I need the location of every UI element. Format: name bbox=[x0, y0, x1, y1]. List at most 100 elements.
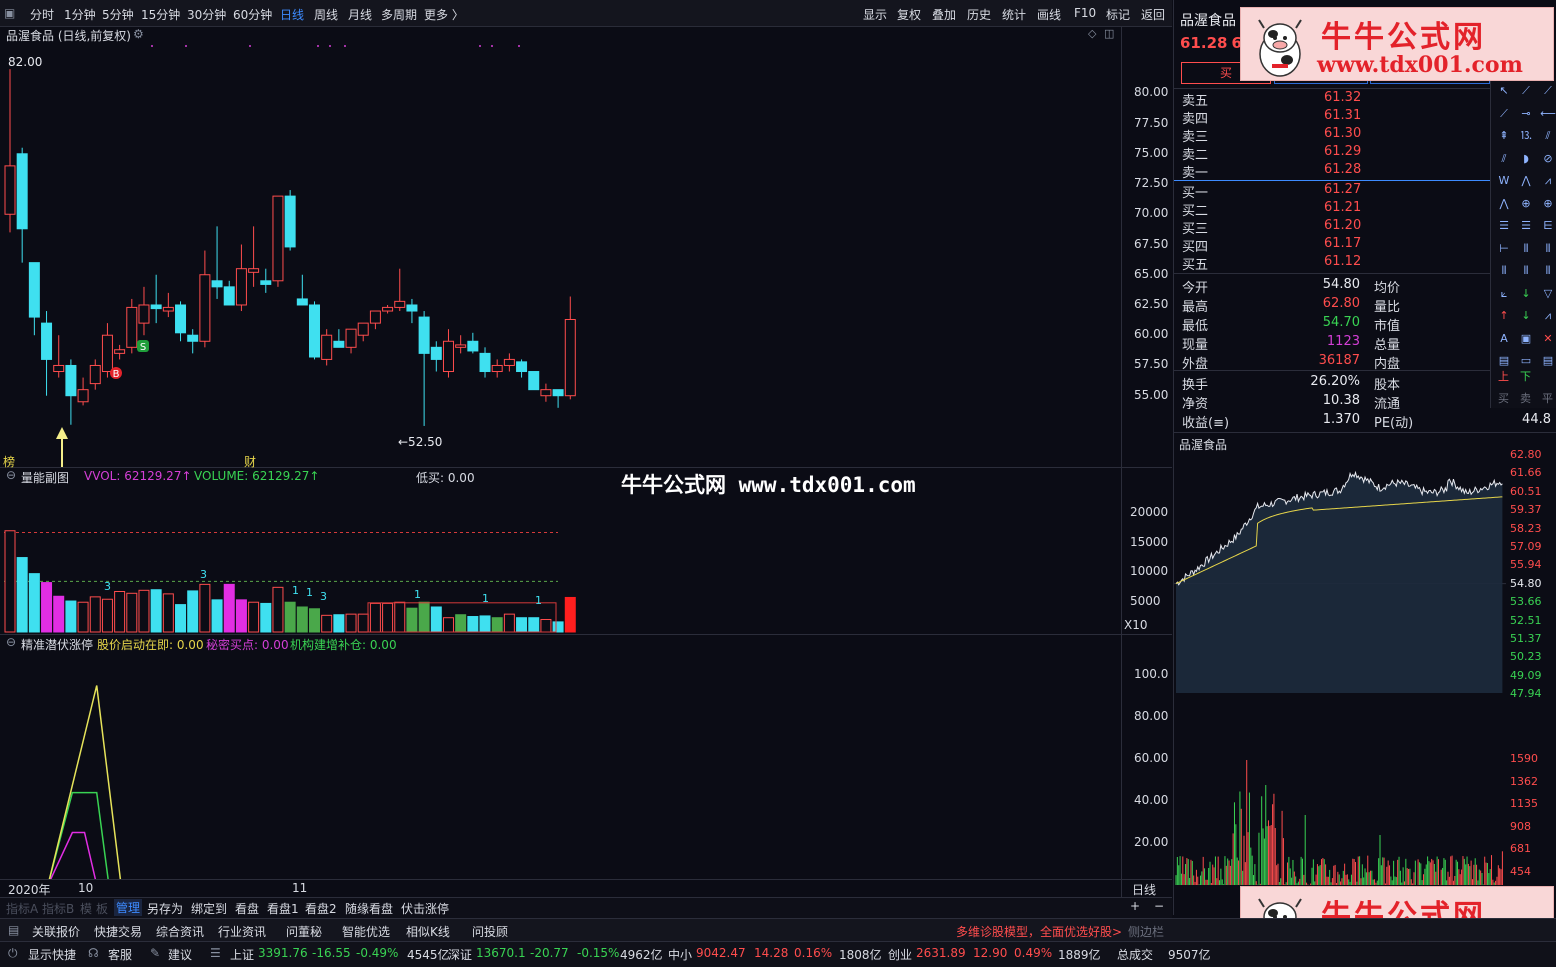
tab-kanpan[interactable]: 看盘 bbox=[235, 900, 259, 917]
draw-tool-icon[interactable]: ⊕ bbox=[1539, 195, 1556, 213]
draw-tool-icon[interactable]: ◗ bbox=[1517, 150, 1535, 168]
volume-bar bbox=[77, 601, 89, 633]
draw-tool-icon[interactable]: ⟋ bbox=[1539, 82, 1556, 100]
promo-link[interactable]: 多维诊股模型，全面优选好股> bbox=[956, 923, 1122, 940]
tab-manage[interactable]: 管理 bbox=[114, 899, 143, 916]
candle-body bbox=[418, 316, 430, 354]
draw-tool-icon[interactable]: ⟋ bbox=[1495, 105, 1513, 123]
candlestick-chart[interactable]: BS bbox=[0, 27, 1121, 467]
draw-tool-icon[interactable]: ⊢ bbox=[1495, 240, 1513, 258]
draw-tool-icon[interactable]: ⦀ bbox=[1517, 240, 1535, 258]
tab-bind-to[interactable]: 绑定到 bbox=[191, 900, 227, 917]
volume-chart[interactable]: 3311 1 3 1 1 bbox=[0, 468, 1121, 634]
toolbar-stats[interactable]: 统计 bbox=[1002, 6, 1026, 23]
draw-tool-icon[interactable]: ☰ bbox=[1517, 217, 1535, 235]
draw-tool-icon[interactable]: ⊸ bbox=[1517, 105, 1535, 123]
index-cy-name[interactable]: 创业 bbox=[888, 946, 912, 963]
draw-tool-icon[interactable]: ▣ bbox=[1517, 330, 1535, 348]
draw-tool-icon[interactable]: ⫽ bbox=[1539, 127, 1556, 145]
draw-tool-icon[interactable]: ⋀ bbox=[1495, 195, 1513, 213]
index-zx-value: 9042.47 bbox=[696, 946, 746, 960]
tab-weekly[interactable]: 周线 bbox=[314, 6, 338, 23]
draw-tool-icon[interactable]: ↑ bbox=[1495, 307, 1513, 325]
toolbar-display[interactable]: 显示 bbox=[863, 6, 887, 23]
indicator-chart[interactable] bbox=[0, 635, 1121, 879]
draw-tool-icon[interactable]: ⩘ bbox=[1539, 307, 1556, 325]
add-tab-button[interactable]: + bbox=[1130, 899, 1140, 913]
tab-indicator-a[interactable]: 指标A bbox=[6, 900, 38, 917]
draw-tool-icon[interactable]: ⫽ bbox=[1495, 150, 1513, 168]
tab-fenshi[interactable]: 分时 bbox=[30, 6, 54, 23]
tab-indicator-b[interactable]: 指标B bbox=[42, 900, 74, 917]
draw-tool-icon[interactable]: ↖ bbox=[1495, 82, 1513, 100]
toolbar-mark[interactable]: 标记 bbox=[1106, 6, 1130, 23]
menu-icon[interactable]: ▣ bbox=[4, 6, 15, 20]
tab-suiyuan[interactable]: 随缘看盘 bbox=[345, 900, 393, 917]
chart-area[interactable]: 品渥食品 (日线,前复权) ⚙ ◇ ◫ BS 82.00 ←52.50 榜 财 … bbox=[0, 27, 1172, 897]
draw-tool-icon[interactable]: ↓ bbox=[1517, 285, 1535, 303]
bar-item-industry[interactable]: 行业资讯 bbox=[218, 923, 266, 940]
bar-menu-icon[interactable]: ▤ bbox=[8, 923, 19, 937]
draw-tool-icon[interactable]: ⟵ bbox=[1539, 105, 1556, 123]
tab-kanpan1[interactable]: 看盘1 bbox=[267, 900, 299, 917]
bar-item-ask-advisor[interactable]: 问投顾 bbox=[472, 923, 508, 940]
tab-mo[interactable]: 模 bbox=[80, 900, 92, 917]
toolbar-f10[interactable]: F10 bbox=[1074, 6, 1096, 20]
bar-item-quick-trade[interactable]: 快捷交易 bbox=[94, 923, 142, 940]
draw-tool-icon[interactable]: A bbox=[1495, 330, 1513, 348]
draw-tool-icon[interactable]: ⟀ bbox=[1495, 285, 1513, 303]
toolbar-draw[interactable]: 画线 bbox=[1037, 6, 1061, 23]
tab-15min[interactable]: 15分钟 bbox=[141, 6, 180, 23]
draw-tool-icon[interactable]: ⊘ bbox=[1539, 150, 1556, 168]
toolbar-rights[interactable]: 复权 bbox=[897, 6, 921, 23]
tab-multi-period[interactable]: 多周期 bbox=[381, 6, 417, 23]
draw-tool-icon[interactable]: ⦀ bbox=[1539, 262, 1556, 280]
tab-daily[interactable]: 日线 bbox=[280, 6, 304, 23]
draw-tool-icon[interactable]: ⦀ bbox=[1539, 240, 1556, 258]
tab-monthly[interactable]: 月线 bbox=[348, 6, 372, 23]
suggestion[interactable]: 建议 bbox=[168, 946, 192, 963]
draw-tool-icon[interactable]: W bbox=[1495, 172, 1513, 190]
tab-5min[interactable]: 5分钟 bbox=[102, 6, 134, 23]
bar-item-ask-secretary[interactable]: 问董秘 bbox=[286, 923, 322, 940]
draw-tool-icon[interactable]: ☰ bbox=[1495, 217, 1513, 235]
show-quick[interactable]: 显示快捷 bbox=[28, 946, 76, 963]
index-zx-name[interactable]: 中小 bbox=[668, 946, 692, 963]
toolbar-overlay[interactable]: 叠加 bbox=[932, 6, 956, 23]
draw-tool-icon[interactable]: ▽ bbox=[1539, 285, 1556, 303]
draw-tool-icon[interactable]: ⇞ bbox=[1495, 127, 1513, 145]
bar-item-news[interactable]: 综合资讯 bbox=[156, 923, 204, 940]
intraday-chart[interactable] bbox=[1174, 448, 1506, 885]
draw-tool-icon[interactable]: ⦀ bbox=[1495, 262, 1513, 280]
bar-item-smart-pick[interactable]: 智能优选 bbox=[342, 923, 390, 940]
index-sz-name[interactable]: 深证 bbox=[448, 946, 472, 963]
stat-label: 换手 bbox=[1182, 378, 1209, 393]
customer-service[interactable]: 客服 bbox=[108, 946, 132, 963]
draw-tool-icon[interactable]: ⦀ bbox=[1517, 262, 1535, 280]
sidebar-toggle[interactable]: 侧边栏 bbox=[1128, 923, 1164, 940]
tab-save-as[interactable]: 另存为 bbox=[147, 900, 183, 917]
draw-tool-icon[interactable]: ↓ bbox=[1517, 307, 1535, 325]
tab-more[interactable]: 更多 〉 bbox=[424, 6, 464, 23]
toolbar-history[interactable]: 历史 bbox=[967, 6, 991, 23]
draw-tool-icon[interactable]: ⩘ bbox=[1539, 172, 1556, 190]
draw-tool-icon[interactable]: ⒔ bbox=[1517, 127, 1535, 145]
tab-1min[interactable]: 1分钟 bbox=[64, 6, 96, 23]
tab-ban[interactable]: 板 bbox=[96, 900, 108, 917]
draw-tool-icon[interactable]: ⟋ bbox=[1517, 82, 1535, 100]
tab-fuji[interactable]: 伏击涨停 bbox=[401, 900, 449, 917]
tab-kanpan2[interactable]: 看盘2 bbox=[305, 900, 337, 917]
draw-tool-icon[interactable]: ▤ bbox=[1539, 352, 1556, 370]
tab-30min[interactable]: 30分钟 bbox=[187, 6, 226, 23]
index-sh-name[interactable]: 上证 bbox=[230, 946, 254, 963]
draw-tool-icon[interactable]: ⊕ bbox=[1517, 195, 1535, 213]
draw-tool-icon[interactable]: ⋿ bbox=[1539, 217, 1556, 235]
remove-tab-button[interactable]: − bbox=[1154, 899, 1164, 913]
toolbar-back[interactable]: 返回 bbox=[1141, 6, 1165, 23]
draw-tool-icon[interactable]: ⋀ bbox=[1517, 172, 1535, 190]
volume-bar bbox=[382, 602, 394, 633]
draw-tool-icon[interactable]: ✕ bbox=[1539, 330, 1556, 348]
bar-item-related[interactable]: 关联报价 bbox=[32, 923, 80, 940]
tab-60min[interactable]: 60分钟 bbox=[233, 6, 272, 23]
bar-item-similar-k[interactable]: 相似K线 bbox=[406, 923, 450, 940]
